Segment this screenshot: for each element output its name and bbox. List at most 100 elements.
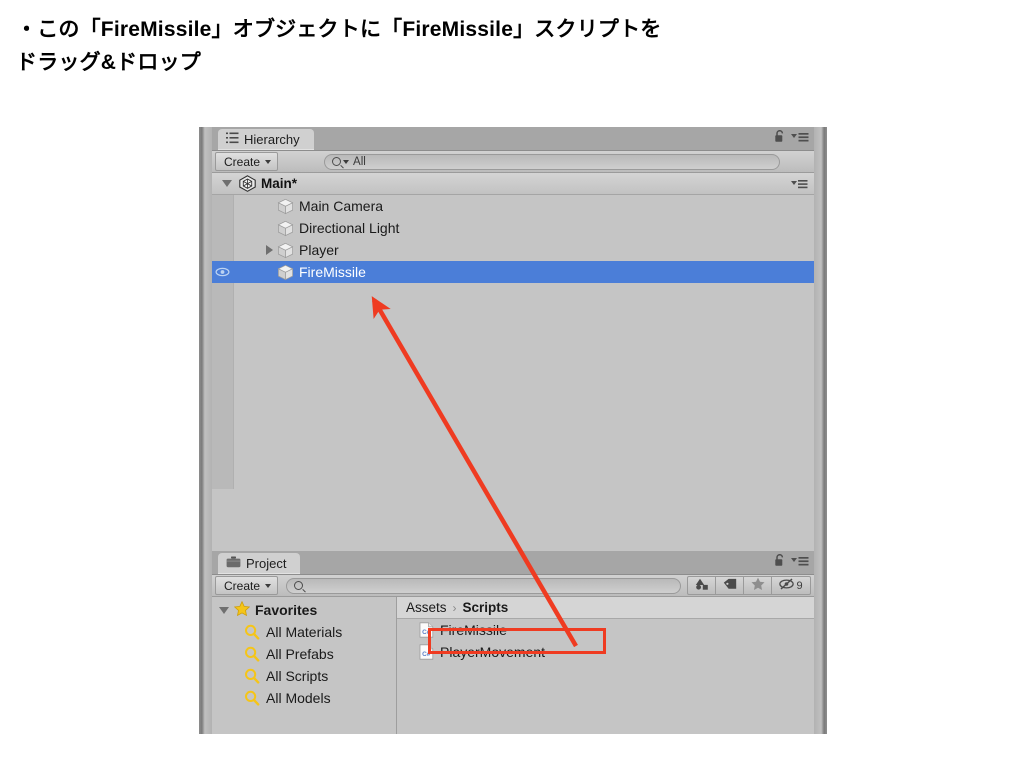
favorites-expand-toggle-icon[interactable] (219, 606, 229, 614)
gameobject-cube-icon (277, 198, 299, 215)
lock-open-icon[interactable] (774, 554, 785, 572)
breadcrumb-root[interactable]: Assets (406, 600, 447, 615)
hierarchy-scene-row[interactable]: Main* (212, 173, 814, 195)
breadcrumb-separator: › (452, 600, 457, 615)
search-saved-icon (244, 646, 260, 662)
window-left-edge (199, 127, 212, 734)
panel-menu-icon[interactable] (791, 130, 809, 148)
hierarchy-scene-name: Main* (261, 176, 298, 191)
lock-open-icon[interactable] (774, 130, 785, 148)
favorite-item-all-prefabs[interactable]: All Prefabs (212, 643, 396, 665)
svg-text:C#: C# (422, 651, 431, 658)
hierarchy-item-label: Player (299, 242, 339, 258)
shapes-icon (695, 577, 709, 595)
hierarchy-item-directional-light[interactable]: Directional Light (212, 217, 814, 239)
project-asset-list: C# FireMissile C# PlayerMovement (397, 619, 814, 663)
hierarchy-create-label: Create (224, 154, 261, 169)
hidden-items-button[interactable]: 9 (772, 576, 811, 595)
asset-item-label: PlayerMovement (440, 644, 546, 660)
hierarchy-tab-controls (774, 130, 809, 148)
hierarchy-item-label: Directional Light (299, 220, 400, 236)
unity-editor-window: Hierarchy Create All Main* Main Camera D… (199, 127, 827, 734)
project-tab-controls (774, 554, 809, 572)
label-filter-button[interactable] (716, 576, 744, 595)
hierarchy-search-input[interactable]: All (324, 153, 781, 170)
asset-item-firemissile[interactable]: C# FireMissile (397, 619, 814, 641)
project-panel: Project Create 9 Favorites All Materials… (212, 551, 814, 734)
svg-text:C#: C# (422, 629, 431, 636)
window-content: Hierarchy Create All Main* Main Camera D… (212, 127, 814, 734)
hierarchy-tabbar: Hierarchy (212, 127, 814, 151)
hierarchy-toolbar: Create All (212, 151, 814, 173)
asset-item-label: FireMissile (440, 622, 507, 638)
hidden-items-count: 9 (796, 579, 803, 592)
favorite-item-label: All Prefabs (266, 646, 334, 662)
project-folder-icon (226, 556, 241, 571)
asset-type-filter-button[interactable] (687, 576, 716, 595)
project-toolbar: Create 9 (212, 575, 814, 597)
gameobject-cube-icon (277, 220, 299, 237)
project-body: Favorites All Materials All Prefabs All Sc… (212, 597, 814, 734)
tag-icon (723, 577, 737, 595)
scene-menu-icon[interactable] (791, 178, 808, 193)
favorite-item-all-models[interactable]: All Models (212, 687, 396, 709)
panel-menu-icon[interactable] (791, 554, 809, 572)
favorite-item-all-scripts[interactable]: All Scripts (212, 665, 396, 687)
tab-project[interactable]: Project (218, 553, 301, 574)
hierarchy-panel: Hierarchy Create All Main* Main Camera D… (212, 127, 814, 489)
favorite-item-label: All Models (266, 690, 331, 706)
favorite-item-label: All Scripts (266, 668, 329, 684)
instruction-caption: ・この「FireMissile」オブジェクトに「FireMissile」スクリプ… (16, 14, 996, 79)
search-saved-icon (244, 690, 260, 706)
breadcrumb-current[interactable]: Scripts (463, 600, 509, 615)
unity-scene-icon (239, 175, 256, 192)
gameobject-cube-icon (277, 264, 299, 281)
hierarchy-create-button[interactable]: Create (215, 152, 279, 171)
hierarchy-item-main-camera[interactable]: Main Camera (212, 195, 814, 217)
favorite-filter-button[interactable] (744, 576, 772, 595)
tree-indent (233, 245, 277, 255)
caption-line-2: ドラッグ&ドロップ (16, 50, 201, 74)
hierarchy-item-player[interactable]: Player (212, 239, 814, 261)
breadcrumb: Assets › Scripts (397, 597, 814, 619)
project-search-input[interactable] (286, 577, 681, 594)
search-saved-icon (244, 668, 260, 684)
tab-project-label: Project (246, 556, 287, 571)
favorite-item-label: All Materials (266, 624, 343, 640)
star-icon (233, 600, 251, 619)
eye-off-icon (779, 578, 795, 593)
project-create-button[interactable]: Create (215, 576, 279, 595)
search-icon (294, 581, 304, 590)
hierarchy-item-firemissile[interactable]: FireMissile (212, 261, 814, 283)
scene-expand-toggle-icon[interactable] (222, 180, 232, 187)
favorite-item-all-materials[interactable]: All Materials (212, 621, 396, 643)
project-filter-buttons: 9 (687, 576, 811, 595)
hierarchy-tree: Main Camera Directional Light Player FireMi… (212, 195, 814, 489)
hierarchy-item-label: FireMissile (299, 264, 366, 280)
csharp-script-icon: C# (419, 622, 434, 638)
hierarchy-list-icon (226, 132, 239, 147)
tab-hierarchy-label: Hierarchy (244, 132, 300, 147)
project-tabbar: Project (212, 551, 814, 575)
caption-line-1: ・この「FireMissile」オブジェクトに「FireMissile」スクリプ… (16, 18, 662, 41)
csharp-script-icon: C# (419, 644, 434, 660)
search-filter-chevron-icon (343, 159, 350, 164)
search-icon (332, 157, 342, 166)
project-favorites-column: Favorites All Materials All Prefabs All Sc… (212, 597, 397, 734)
asset-item-playermovement[interactable]: C# PlayerMovement (397, 641, 814, 663)
chevron-down-icon (265, 583, 272, 588)
project-assets-column: Assets › Scripts C# FireMissile C# PlayerMo… (397, 597, 814, 734)
tab-hierarchy[interactable]: Hierarchy (218, 129, 314, 150)
visibility-eye-icon[interactable] (212, 261, 233, 283)
window-right-edge (814, 127, 827, 734)
favorites-header[interactable]: Favorites (212, 599, 396, 621)
hierarchy-search-value: All (353, 155, 366, 168)
star-icon (751, 577, 765, 595)
gameobject-cube-icon (277, 242, 299, 259)
favorites-header-label: Favorites (255, 602, 318, 618)
chevron-down-icon (265, 159, 272, 164)
expand-toggle-icon[interactable] (266, 245, 273, 255)
search-saved-icon (244, 624, 260, 640)
hierarchy-item-label: Main Camera (299, 198, 384, 214)
project-create-label: Create (224, 578, 261, 593)
